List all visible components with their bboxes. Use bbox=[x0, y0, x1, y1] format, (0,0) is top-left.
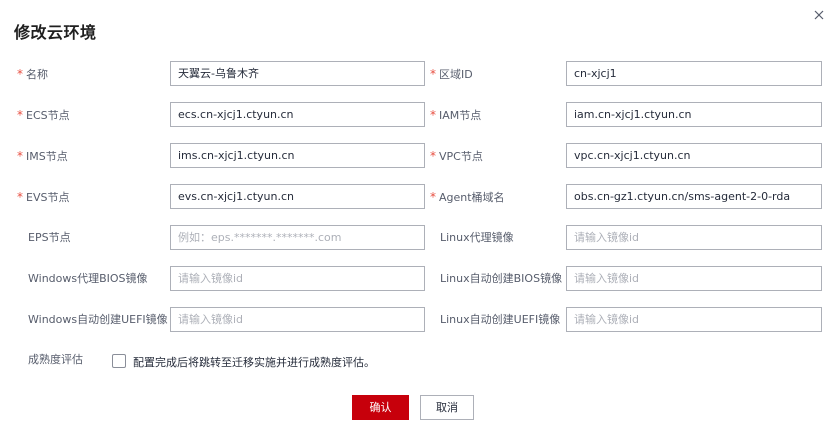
maturity-checkbox-text: 配置完成后将跳转至迁移实施并进行成熟度评估。 bbox=[133, 356, 375, 369]
required-mark: * bbox=[17, 67, 23, 81]
windows-proxy-bios-image-label: Windows代理BIOS镜像 bbox=[28, 272, 148, 285]
name-label: * 名称 bbox=[17, 67, 48, 81]
linux-auto-bios-image-input[interactable]: 请输入镜像id bbox=[566, 266, 822, 291]
agent-bucket-input[interactable]: obs.cn-gz1.ctyun.cn/sms-agent-2-0-rda bbox=[566, 184, 822, 209]
edit-cloud-env-dialog: 修改云环境 * 名称 天翼云-乌鲁木齐 * 区域ID cn-xjcj1 * ECS节点… bbox=[0, 0, 831, 435]
close-icon[interactable] bbox=[812, 8, 826, 22]
linux-auto-bios-image-label: Linux自动创建BIOS镜像 bbox=[440, 272, 563, 285]
iam-node-input[interactable]: iam.cn-xjcj1.ctyun.cn bbox=[566, 102, 822, 127]
maturity-checkbox[interactable] bbox=[112, 354, 126, 368]
region-id-input[interactable]: cn-xjcj1 bbox=[566, 61, 822, 86]
cancel-button[interactable]: 取消 bbox=[420, 395, 474, 420]
iam-node-label: * IAM节点 bbox=[430, 108, 482, 122]
linux-auto-uefi-image-input[interactable]: 请输入镜像id bbox=[566, 307, 822, 332]
ims-node-input[interactable]: ims.cn-xjcj1.ctyun.cn bbox=[170, 143, 425, 168]
ims-node-label: * IMS节点 bbox=[17, 149, 68, 163]
windows-auto-uefi-image-label: Windows自动创建UEFI镜像 bbox=[28, 313, 168, 326]
required-mark: * bbox=[430, 149, 436, 163]
required-mark: * bbox=[430, 108, 436, 122]
vpc-node-label: * VPC节点 bbox=[430, 149, 483, 163]
windows-proxy-bios-image-input[interactable]: 请输入镜像id bbox=[170, 266, 425, 291]
linux-auto-uefi-image-label: Linux自动创建UEFI镜像 bbox=[440, 313, 561, 326]
linux-proxy-image-label: Linux代理镜像 bbox=[440, 231, 514, 244]
ecs-node-input[interactable]: ecs.cn-xjcj1.ctyun.cn bbox=[170, 102, 425, 127]
name-input[interactable]: 天翼云-乌鲁木齐 bbox=[170, 61, 425, 86]
agent-bucket-label: * Agent桶域名 bbox=[430, 190, 505, 204]
evs-node-label: * EVS节点 bbox=[17, 190, 70, 204]
ecs-node-label: * ECS节点 bbox=[17, 108, 70, 122]
eps-node-label: EPS节点 bbox=[28, 231, 71, 244]
dialog-title: 修改云环境 bbox=[14, 23, 97, 42]
required-mark: * bbox=[430, 190, 436, 204]
required-mark: * bbox=[17, 149, 23, 163]
eps-node-input[interactable]: 例如：eps.*******.*******.com bbox=[170, 225, 425, 250]
windows-auto-uefi-image-input[interactable]: 请输入镜像id bbox=[170, 307, 425, 332]
linux-proxy-image-input[interactable]: 请输入镜像id bbox=[566, 225, 822, 250]
vpc-node-input[interactable]: vpc.cn-xjcj1.ctyun.cn bbox=[566, 143, 822, 168]
required-mark: * bbox=[430, 67, 436, 81]
maturity-label: 成熟度评估 bbox=[28, 353, 83, 366]
evs-node-input[interactable]: evs.cn-xjcj1.ctyun.cn bbox=[170, 184, 425, 209]
region-id-label: * 区域ID bbox=[430, 67, 473, 81]
required-mark: * bbox=[17, 190, 23, 204]
required-mark: * bbox=[17, 108, 23, 122]
confirm-button[interactable]: 确认 bbox=[352, 395, 409, 420]
